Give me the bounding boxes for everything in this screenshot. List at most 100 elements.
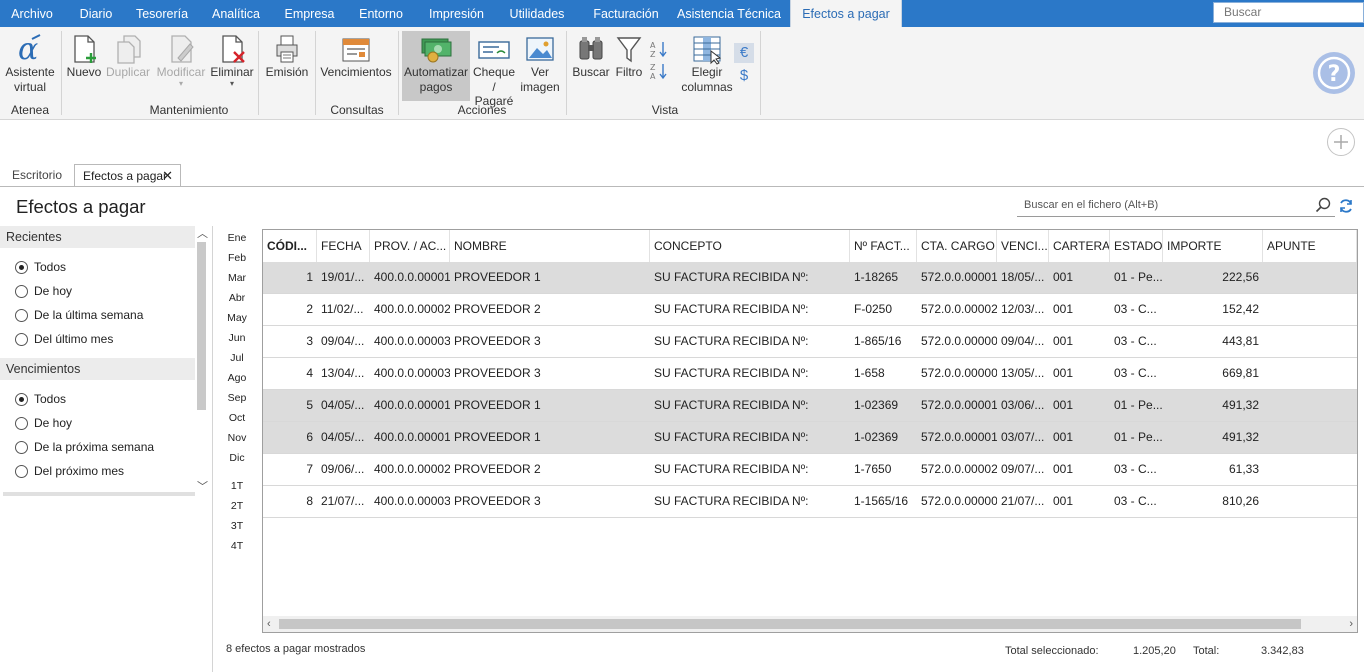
- menu-tab-efectos-pagar[interactable]: Efectos a pagar: [790, 0, 902, 28]
- col-concepto-header[interactable]: CONCEPTO: [650, 230, 850, 262]
- col-nombre-header[interactable]: NOMBRE: [450, 230, 650, 262]
- col-cartera-header[interactable]: CARTERA: [1049, 230, 1110, 262]
- cell-cartera: 001: [1053, 430, 1074, 444]
- col-proveedor-header[interactable]: PROV. / AC...: [370, 230, 450, 262]
- cell-fecha: 13/04/...: [321, 366, 365, 380]
- duplicar-button[interactable]: Duplicar: [104, 33, 152, 80]
- table-row[interactable]: 7 09/06/... 400.0.0.00002 PROVEEDOR 2 SU FAC…: [263, 454, 1357, 486]
- table-row[interactable]: 2 11/02/... 400.0.0.00002 PROVEEDOR 2 SU FAC…: [263, 294, 1357, 326]
- month-ago[interactable]: Ago: [222, 372, 252, 384]
- month-jul[interactable]: Jul: [222, 352, 252, 364]
- close-tab-icon[interactable]: ✕: [162, 165, 173, 187]
- cheque-pagare-button[interactable]: Cheque / Pagaré: [472, 33, 516, 109]
- sort-ascending-button[interactable]: A Z: [648, 39, 670, 59]
- doc-tab-efectos-pagar[interactable]: Efectos a pagar ✕: [74, 164, 181, 187]
- radio-circle[interactable]: [15, 309, 28, 322]
- month-sep[interactable]: Sep: [222, 392, 252, 404]
- quarter-1t[interactable]: 1T: [222, 480, 252, 492]
- table-row[interactable]: 5 04/05/... 400.0.0.00001 PROVEEDOR 1 SU FAC…: [263, 390, 1357, 422]
- table-row[interactable]: 6 04/05/... 400.0.0.00001 PROVEEDOR 1 SU FAC…: [263, 422, 1357, 454]
- table-row[interactable]: 1 19/01/... 400.0.0.00001 PROVEEDOR 1 SU FAC…: [263, 262, 1357, 294]
- col-apunte-header[interactable]: APUNTE: [1263, 230, 1357, 262]
- col-importe-header[interactable]: IMPORTE: [1163, 230, 1263, 262]
- radio-circle[interactable]: [15, 441, 28, 454]
- scroll-thumb[interactable]: [197, 242, 206, 410]
- euro-currency-button[interactable]: €: [734, 43, 754, 63]
- menu-tab-impresion[interactable]: Impresión: [419, 0, 494, 27]
- radio-circle[interactable]: [15, 285, 28, 298]
- menu-tab-tesoreria[interactable]: Tesorería: [128, 0, 196, 27]
- month-dic[interactable]: Dic: [222, 452, 252, 464]
- group-separator: [258, 31, 259, 115]
- month-mar[interactable]: Mar: [222, 272, 252, 284]
- scroll-up-icon[interactable]: ︿: [197, 227, 208, 241]
- month-jun[interactable]: Jun: [222, 332, 252, 344]
- section-vencimientos[interactable]: Vencimientos: [0, 358, 195, 380]
- filter-panel-scrollbar[interactable]: ︿ ﹀: [195, 226, 209, 494]
- col-estado-header[interactable]: ESTADO: [1110, 230, 1163, 262]
- eliminar-button[interactable]: Eliminar ▾: [209, 33, 255, 88]
- radio-circle[interactable]: [15, 261, 28, 274]
- month-ene[interactable]: Ene: [222, 232, 252, 244]
- menu-tab-diario[interactable]: Diario: [64, 0, 128, 27]
- vencimientos-button[interactable]: Vencimientos: [320, 33, 392, 80]
- menu-tab-asistencia[interactable]: Asistencia Técnica: [672, 0, 786, 27]
- radio-circle[interactable]: [15, 417, 28, 430]
- ver-imagen-button[interactable]: Ver imagen: [519, 33, 561, 94]
- col-fecha-header[interactable]: FECHA: [317, 230, 370, 262]
- cell-num-factura: 1-658: [854, 366, 885, 380]
- menu-tab-utilidades[interactable]: Utilidades: [494, 0, 580, 27]
- month-abr[interactable]: Abr: [222, 292, 252, 304]
- col-codigo-header[interactable]: CÓDI...: [263, 230, 317, 262]
- scroll-right-icon[interactable]: ›: [1349, 617, 1353, 631]
- modificar-button[interactable]: Modificar ▾: [154, 33, 208, 88]
- col-vencimiento-header[interactable]: VENCI...: [997, 230, 1049, 262]
- radio-circle[interactable]: [15, 393, 28, 406]
- asistente-virtual-button[interactable]: α Asistente virtual: [4, 33, 56, 94]
- scroll-left-icon[interactable]: ‹: [267, 617, 271, 631]
- radio-circle[interactable]: [15, 465, 28, 478]
- elegir-columnas-button[interactable]: Elegir columnas: [680, 33, 734, 94]
- table-row[interactable]: 3 09/04/... 400.0.0.00003 PROVEEDOR 3 SU FAC…: [263, 326, 1357, 358]
- section-recientes[interactable]: Recientes: [0, 226, 195, 248]
- search-icon[interactable]: [1315, 197, 1331, 213]
- group-label-consultas: Consultas: [330, 103, 384, 117]
- quarter-2t[interactable]: 2T: [222, 500, 252, 512]
- col-cta-cargo-header[interactable]: CTA. CARGO: [917, 230, 997, 262]
- nuevo-button[interactable]: Nuevo: [66, 33, 102, 80]
- table-row[interactable]: 8 21/07/... 400.0.0.00003 PROVEEDOR 3 SU FAC…: [263, 486, 1357, 518]
- automatizar-pagos-button[interactable]: Automatizar pagos: [402, 31, 470, 101]
- menu-tab-facturacion[interactable]: Facturación: [580, 0, 672, 27]
- menu-tab-empresa[interactable]: Empresa: [276, 0, 343, 27]
- refresh-icon[interactable]: [1338, 198, 1354, 214]
- dollar-currency-button[interactable]: $: [734, 66, 754, 86]
- filtro-button[interactable]: Filtro: [612, 33, 646, 80]
- doc-tab-escritorio[interactable]: Escritorio: [4, 164, 70, 187]
- table-row[interactable]: 4 13/04/... 400.0.0.00003 PROVEEDOR 3 SU FAC…: [263, 358, 1357, 390]
- help-button[interactable]: ?: [1313, 52, 1355, 94]
- add-tab-button[interactable]: [1327, 128, 1355, 156]
- quarter-3t[interactable]: 3T: [222, 520, 252, 532]
- scroll-down-icon[interactable]: ﹀: [197, 480, 208, 494]
- quarter-4t[interactable]: 4T: [222, 540, 252, 552]
- menu-tab-entorno[interactable]: Entorno: [343, 0, 419, 27]
- sort-descending-button[interactable]: Z A: [648, 61, 670, 81]
- radio-circle[interactable]: [15, 333, 28, 346]
- top-search-input[interactable]: Buscar: [1213, 2, 1364, 23]
- cell-proveedor: 400.0.0.00001: [374, 270, 450, 284]
- emision-button[interactable]: Emisión: [263, 33, 311, 80]
- month-feb[interactable]: Feb: [222, 252, 252, 264]
- menu-tab-archivo[interactable]: Archivo: [0, 0, 64, 27]
- cell-cta-cargo: 572.0.0.00002: [921, 462, 997, 476]
- scroll-thumb[interactable]: [279, 619, 1301, 629]
- buscar-button[interactable]: Buscar: [571, 33, 611, 80]
- cell-codigo: 6: [306, 430, 313, 444]
- menu-tab-analitica[interactable]: Analítica: [196, 0, 276, 27]
- month-may[interactable]: May: [222, 312, 252, 324]
- month-oct[interactable]: Oct: [222, 412, 252, 424]
- month-nov[interactable]: Nov: [222, 432, 252, 444]
- binoculars-icon: [579, 37, 603, 60]
- col-num-factura-header[interactable]: Nº FACT...: [850, 230, 917, 262]
- table-horizontal-scrollbar[interactable]: ‹ ›: [263, 616, 1357, 632]
- file-search-input[interactable]: Buscar en el fichero (Alt+B): [1017, 193, 1335, 217]
